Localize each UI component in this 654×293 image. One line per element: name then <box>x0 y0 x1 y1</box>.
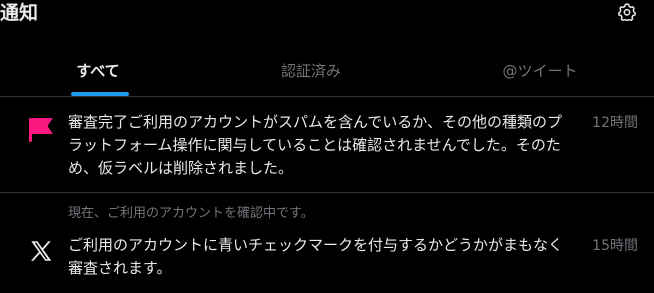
header: 通知 <box>0 0 654 40</box>
notification-time: 15時間 <box>592 238 638 254</box>
notification-item[interactable]: 現在、ご利用のアカウントを確認中です。 ご利用のアカウントに青いチェックマークを… <box>0 193 654 293</box>
tab-all[interactable]: すべて <box>0 44 196 96</box>
tab-mentions-label: @ツイート <box>502 61 578 80</box>
notification-time: 12時間 <box>592 115 638 131</box>
tab-mentions[interactable]: @ツイート <box>426 44 654 96</box>
settings-button[interactable] <box>614 0 640 24</box>
gear-icon <box>617 3 637 21</box>
flag-icon <box>26 114 56 144</box>
x-logo-icon <box>27 237 55 265</box>
tab-all-label: すべて <box>76 61 120 80</box>
notification-subtext: 現在、ご利用のアカウントを確認中です。 <box>68 206 314 221</box>
page-title: 通知 <box>0 2 39 24</box>
notification-text: ご利用のアカウントに青いチェックマークを付与するかどうかがまもなく審査されます。 <box>68 236 564 277</box>
tab-bar: すべて 認証済み @ツイート <box>0 44 654 97</box>
tab-verified-label: 認証済み <box>280 61 341 80</box>
active-tab-indicator <box>71 92 129 96</box>
notification-item[interactable]: 審査完了ご利用のアカウントがスパムを含んでいるか、その他の種類のプラットフォーム… <box>0 97 654 193</box>
tab-verified[interactable]: 認証済み <box>196 44 426 96</box>
notification-text: 審査完了ご利用のアカウントがスパムを含んでいるか、その他の種類のプラットフォーム… <box>68 113 562 177</box>
